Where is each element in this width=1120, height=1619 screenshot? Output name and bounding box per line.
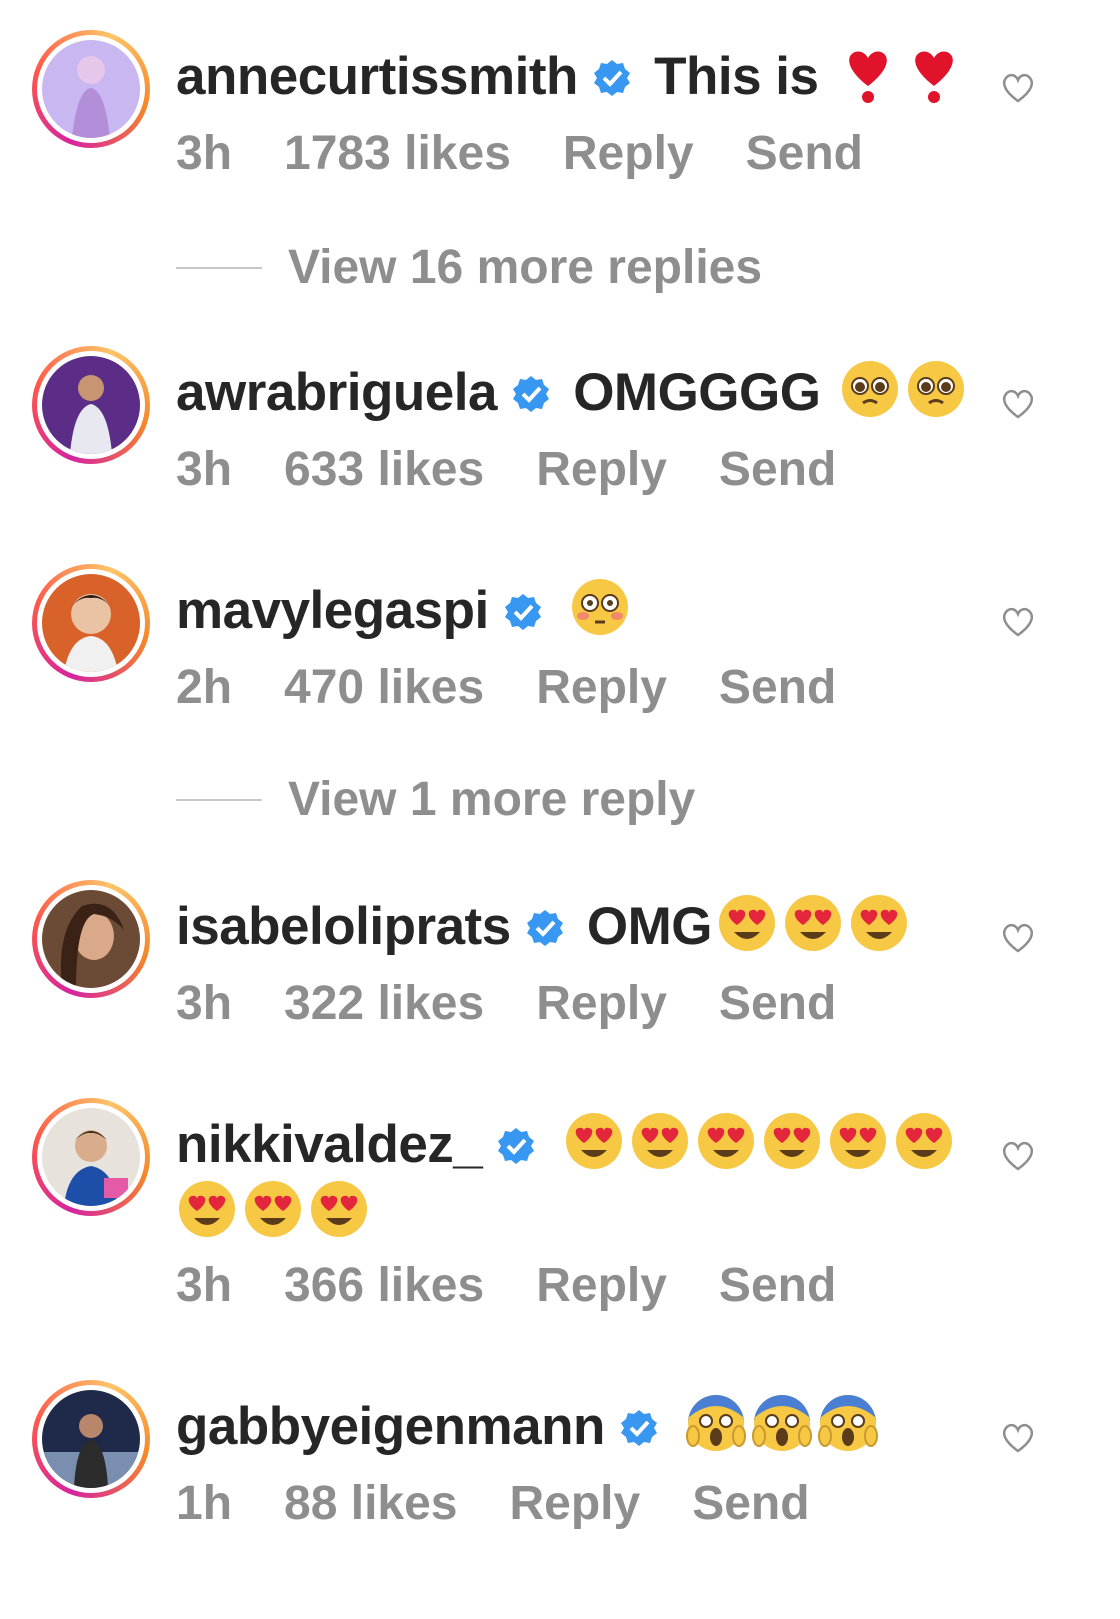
heart-outline-icon[interactable]	[1000, 386, 1036, 420]
screaming-face-emoji-icon	[685, 1392, 747, 1454]
timestamp: 3h	[176, 443, 233, 496]
divider-line	[176, 266, 262, 269]
likes-count[interactable]: 366 likes	[284, 1259, 484, 1312]
comment-meta: 3h 322 likes Reply Send	[176, 974, 888, 1034]
username[interactable]: gabbyeigenmann	[176, 1397, 605, 1456]
view-more-replies-button[interactable]: View 1 more reply	[176, 772, 695, 827]
reply-button[interactable]: Reply	[536, 1259, 667, 1312]
heart-outline-icon[interactable]	[1000, 1138, 1036, 1172]
avatar[interactable]	[32, 1380, 150, 1498]
comment-line: mavylegaspi	[176, 576, 970, 644]
heart-exclamation-emoji-icon	[903, 42, 965, 104]
verified-badge-icon	[525, 908, 565, 948]
likes-count[interactable]: 633 likes	[284, 443, 484, 496]
timestamp: 3h	[176, 127, 233, 180]
pleading-face-emoji-icon	[839, 358, 901, 420]
flushed-face-emoji-icon	[569, 576, 631, 638]
likes-count[interactable]: 322 likes	[284, 977, 484, 1030]
likes-count[interactable]: 1783 likes	[284, 127, 511, 180]
heart-outline-icon[interactable]	[1000, 604, 1036, 638]
username[interactable]: awrabriguela	[176, 363, 497, 422]
timestamp: 3h	[176, 1259, 233, 1312]
avatar[interactable]	[32, 880, 150, 998]
heart-eyes-emoji-icon	[848, 892, 910, 954]
comment-line: gabbyeigenmann	[176, 1392, 970, 1460]
comment-meta: 3h 1783 likes Reply Send	[176, 124, 915, 184]
reply-button[interactable]: Reply	[563, 127, 694, 180]
view-more-label[interactable]: View 16 more replies	[288, 240, 762, 295]
screaming-face-emoji-icon	[751, 1392, 813, 1454]
comment-text: OMG	[586, 897, 713, 956]
comment-line: awrabriguela OMGGGG	[176, 358, 970, 426]
reply-button[interactable]: Reply	[510, 1477, 641, 1530]
view-more-replies-button[interactable]: View 16 more replies	[176, 240, 762, 295]
heart-exclamation-emoji-icon	[837, 42, 899, 104]
heart-eyes-emoji-icon	[716, 892, 778, 954]
heart-eyes-emoji-icon	[308, 1178, 370, 1240]
heart-outline-icon[interactable]	[1000, 920, 1036, 954]
heart-eyes-emoji-icon	[761, 1110, 823, 1172]
username[interactable]: nikkivaldez_	[176, 1115, 483, 1174]
comment-line: nikkivaldez_	[176, 1110, 970, 1246]
heart-eyes-emoji-icon	[893, 1110, 955, 1172]
send-button[interactable]: Send	[719, 1259, 836, 1312]
send-button[interactable]: Send	[746, 127, 863, 180]
reply-button[interactable]: Reply	[536, 443, 667, 496]
send-button[interactable]: Send	[719, 661, 836, 714]
pleading-face-emoji-icon	[905, 358, 967, 420]
comment-meta: 3h 366 likes Reply Send	[176, 1256, 888, 1316]
send-button[interactable]: Send	[719, 443, 836, 496]
heart-eyes-emoji-icon	[242, 1178, 304, 1240]
likes-count[interactable]: 470 likes	[284, 661, 484, 714]
comment-text: OMGGGG	[573, 363, 821, 422]
username[interactable]: isabeloliprats	[176, 897, 511, 956]
heart-eyes-emoji-icon	[563, 1110, 625, 1172]
avatar[interactable]	[32, 564, 150, 682]
divider-line	[176, 798, 262, 801]
comment-meta: 1h 88 likes Reply Send	[176, 1474, 862, 1534]
likes-count[interactable]: 88 likes	[284, 1477, 457, 1530]
comment-meta: 2h 470 likes Reply Send	[176, 658, 888, 718]
comment-meta: 3h 633 likes Reply Send	[176, 440, 888, 500]
heart-eyes-emoji-icon	[629, 1110, 691, 1172]
reply-button[interactable]: Reply	[536, 661, 667, 714]
comment-line: isabeloliprats OMG	[176, 892, 970, 960]
avatar[interactable]	[32, 30, 150, 148]
screaming-face-emoji-icon	[817, 1392, 879, 1454]
reply-button[interactable]: Reply	[536, 977, 667, 1030]
avatar[interactable]	[32, 346, 150, 464]
heart-eyes-emoji-icon	[176, 1178, 238, 1240]
comment-line: annecurtissmith This is	[176, 42, 970, 110]
send-button[interactable]: Send	[692, 1477, 809, 1530]
timestamp: 2h	[176, 661, 233, 714]
timestamp: 3h	[176, 977, 233, 1030]
verified-badge-icon	[592, 58, 632, 98]
heart-eyes-emoji-icon	[827, 1110, 889, 1172]
username[interactable]: mavylegaspi	[176, 581, 489, 640]
comment-text: This is	[654, 47, 819, 106]
verified-badge-icon	[619, 1408, 659, 1448]
send-button[interactable]: Send	[719, 977, 836, 1030]
heart-eyes-emoji-icon	[695, 1110, 757, 1172]
avatar[interactable]	[32, 1098, 150, 1216]
verified-badge-icon	[511, 374, 551, 414]
username[interactable]: annecurtissmith	[176, 47, 578, 106]
verified-badge-icon	[496, 1126, 536, 1166]
timestamp: 1h	[176, 1477, 233, 1530]
verified-badge-icon	[503, 592, 543, 632]
heart-outline-icon[interactable]	[1000, 1420, 1036, 1454]
heart-outline-icon[interactable]	[1000, 70, 1036, 104]
heart-eyes-emoji-icon	[782, 892, 844, 954]
view-more-label[interactable]: View 1 more reply	[288, 772, 695, 827]
